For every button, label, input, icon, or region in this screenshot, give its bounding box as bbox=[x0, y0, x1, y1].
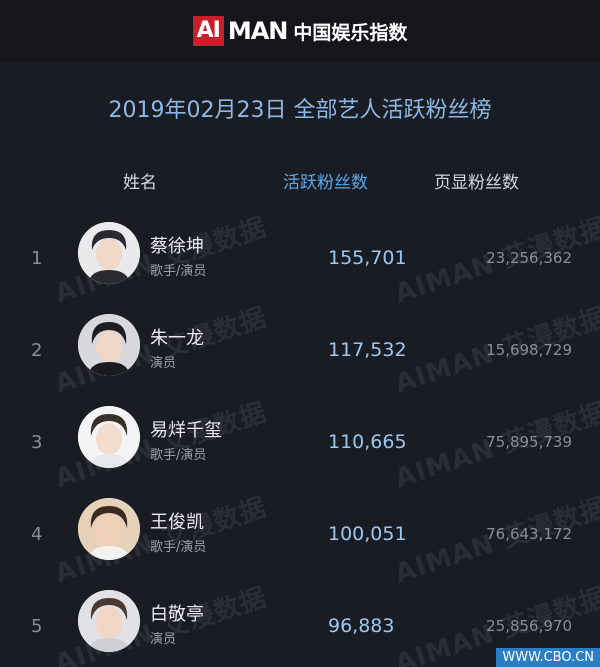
active-fans-value: 117,532 bbox=[328, 339, 407, 361]
avatar bbox=[78, 222, 140, 284]
artist-name: 易烊千玺 bbox=[150, 420, 222, 441]
table-row[interactable]: 2 朱一龙 演员 117,532 15,698,729 bbox=[0, 314, 600, 406]
page-fans-value: 23,256,362 bbox=[486, 249, 572, 267]
avatar bbox=[78, 314, 140, 376]
page-fans-value: 15,698,729 bbox=[486, 341, 572, 359]
artist-role: 歌手/演员 bbox=[150, 540, 207, 555]
avatar bbox=[78, 406, 140, 468]
table-row[interactable]: 1 蔡徐坤 歌手/演员 155,701 23,256,362 bbox=[0, 222, 600, 314]
artist-role: 歌手/演员 bbox=[150, 448, 207, 463]
table-row[interactable]: 3 易烊千玺 歌手/演员 110,665 75,895,739 bbox=[0, 406, 600, 498]
artist-name: 王俊凯 bbox=[150, 512, 204, 533]
rank-number: 4 bbox=[31, 524, 43, 545]
page-fans-value: 75,895,739 bbox=[486, 433, 572, 451]
logo-man: MAN bbox=[227, 17, 289, 45]
artist-name: 朱一龙 bbox=[150, 328, 204, 349]
rank-number: 3 bbox=[31, 432, 43, 453]
rank-number: 1 bbox=[31, 248, 43, 269]
page-fans-value: 25,856,970 bbox=[486, 617, 572, 635]
logo-subtitle: 中国娱乐指数 bbox=[293, 21, 408, 44]
active-fans-value: 100,051 bbox=[328, 523, 407, 545]
artist-role: 歌手/演员 bbox=[150, 264, 207, 279]
active-fans-value: 96,883 bbox=[328, 615, 395, 637]
rank-number: 2 bbox=[31, 340, 43, 361]
column-header-active-fans: 活跃粉丝数 bbox=[283, 173, 368, 193]
footer-site-label: WWW.CBO.CN bbox=[496, 648, 600, 667]
column-header-page-fans: 页显粉丝数 bbox=[434, 173, 519, 193]
artist-role: 演员 bbox=[150, 632, 177, 647]
table-row[interactable]: 4 王俊凯 歌手/演员 100,051 76,643,172 bbox=[0, 498, 600, 590]
top-bar: AI MAN 中国娱乐指数 bbox=[0, 0, 600, 62]
artist-role: 演员 bbox=[150, 356, 177, 371]
page-title: 2019年02月23日 全部艺人活跃粉丝榜 bbox=[108, 98, 492, 123]
artist-name: 蔡徐坤 bbox=[150, 236, 204, 257]
rank-number: 5 bbox=[31, 616, 43, 637]
active-fans-value: 110,665 bbox=[328, 431, 407, 453]
column-header-name: 姓名 bbox=[123, 173, 157, 193]
logo-ai: AI bbox=[192, 16, 224, 46]
avatar bbox=[78, 590, 140, 652]
active-fans-value: 155,701 bbox=[328, 247, 407, 269]
avatar bbox=[78, 498, 140, 560]
page-fans-value: 76,643,172 bbox=[486, 525, 572, 543]
artist-name: 白敬亭 bbox=[150, 604, 204, 625]
